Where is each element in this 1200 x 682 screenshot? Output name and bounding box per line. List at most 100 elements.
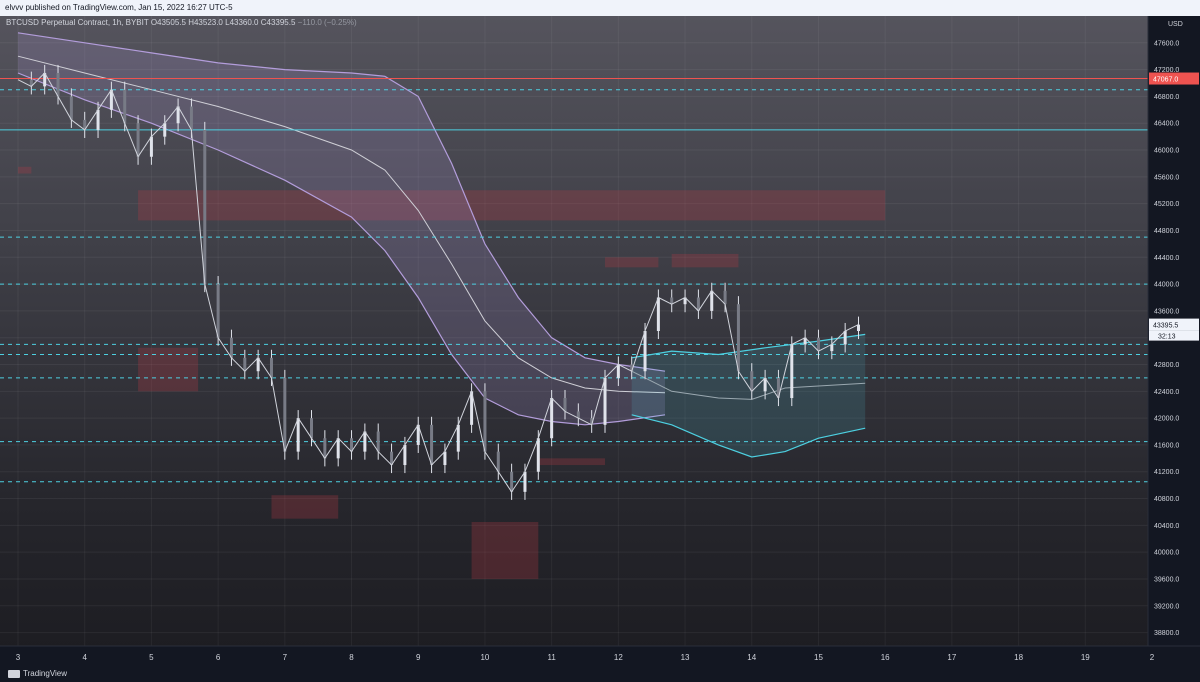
y-tick-label: 42400.0 <box>1154 389 1179 396</box>
ohlc-low: L43360.0 <box>225 18 259 27</box>
tradingview-brand: TradingView <box>8 669 67 678</box>
supply-demand-zone <box>471 522 539 579</box>
candle-body <box>189 106 193 130</box>
candle-body <box>283 377 287 452</box>
price-label-text: 47067.0 <box>1153 77 1178 84</box>
y-tick-label: 42000.0 <box>1154 416 1179 423</box>
supply-demand-zone <box>18 166 32 174</box>
publish-header: elvvv published on TradingView.com, Jan … <box>0 0 1200 16</box>
x-tick-label: 2 <box>1150 653 1155 662</box>
candle-body <box>149 136 153 157</box>
candle-body <box>203 129 207 285</box>
candle-body <box>750 371 754 392</box>
y-tick-label: 44800.0 <box>1154 228 1179 235</box>
x-tick-label: 19 <box>1081 653 1090 662</box>
x-tick-label: 8 <box>349 653 354 662</box>
supply-demand-zone <box>605 257 659 268</box>
x-tick-label: 5 <box>149 653 154 662</box>
y-tick-label: 39600.0 <box>1154 576 1179 583</box>
candle-body <box>790 344 794 399</box>
price-chart[interactable]: 38800.0 39200.0 39600.0 40000.0 40400.0 40800… <box>0 16 1200 682</box>
x-tick-label: 15 <box>814 653 823 662</box>
ohlc-close: C43395.5 <box>260 18 296 27</box>
vwap-band-fill <box>631 334 866 457</box>
candle-body <box>243 357 247 372</box>
brand-name: TradingView <box>23 669 68 678</box>
symbol-name: BTCUSD Perpetual Contract, 1h, BYBIT <box>6 18 149 27</box>
candle-body <box>430 424 434 466</box>
x-tick-label: 11 <box>547 653 556 662</box>
candle-body <box>656 297 660 331</box>
x-tick-label: 7 <box>283 653 288 662</box>
x-tick-label: 12 <box>614 653 623 662</box>
candle-body <box>336 438 340 459</box>
supply-demand-zone <box>138 190 886 221</box>
candle-body <box>616 364 620 378</box>
y-tick-label: 45600.0 <box>1154 174 1179 181</box>
time-axis-background <box>0 646 1200 682</box>
candle-body <box>96 109 100 130</box>
y-tick-label: 44000.0 <box>1154 282 1179 289</box>
candle-body <box>69 96 73 120</box>
candle-body <box>510 471 514 492</box>
candle-body <box>710 290 714 311</box>
x-tick-label: 13 <box>681 653 690 662</box>
candle-body <box>563 398 567 412</box>
publish-text: elvvv published on TradingView.com, Jan … <box>5 3 233 12</box>
x-tick-label: 3 <box>16 653 21 662</box>
candle-body <box>523 471 527 492</box>
candle-body <box>816 337 820 352</box>
candle-body <box>136 123 140 157</box>
candle-body <box>376 431 380 452</box>
x-tick-label: 17 <box>947 653 956 662</box>
y-tick-label: 44400.0 <box>1154 255 1179 262</box>
candle-body <box>296 418 300 452</box>
candle-body <box>56 72 60 97</box>
y-tick-label: 40400.0 <box>1154 523 1179 530</box>
candle-body <box>363 431 367 452</box>
y-tick-label: 46400.0 <box>1154 121 1179 128</box>
candle-body <box>163 123 167 137</box>
candle-body <box>483 391 487 452</box>
y-tick-label: 41600.0 <box>1154 442 1179 449</box>
ohlc-high: H43523.0 <box>188 18 223 27</box>
symbol-legend: BTCUSD Perpetual Contract, 1h, BYBIT O43… <box>6 18 357 27</box>
candle-body <box>323 438 327 459</box>
candle-body <box>736 304 740 372</box>
supply-demand-zone <box>671 253 739 268</box>
y-tick-label: 42800.0 <box>1154 362 1179 369</box>
x-tick-label: 4 <box>82 653 87 662</box>
currency-label: USD <box>1168 21 1183 28</box>
x-tick-label: 18 <box>1014 653 1023 662</box>
candle-body <box>550 398 554 439</box>
x-tick-label: 10 <box>480 653 489 662</box>
y-tick-label: 38800.0 <box>1154 630 1179 637</box>
candle-body <box>643 331 647 372</box>
ohlc-open: O43505.5 <box>150 18 186 27</box>
candle-body <box>443 451 447 466</box>
tradingview-logo-icon <box>8 669 20 678</box>
x-tick-label: 16 <box>881 653 890 662</box>
y-tick-label: 45200.0 <box>1154 201 1179 208</box>
candle-body <box>403 444 407 466</box>
y-tick-label: 47600.0 <box>1154 40 1179 47</box>
candle-body <box>496 451 500 472</box>
chart-area[interactable]: 38800.0 39200.0 39600.0 40000.0 40400.0 40800… <box>0 16 1200 682</box>
x-tick-label: 6 <box>216 653 221 662</box>
x-tick-label: 9 <box>416 653 421 662</box>
candle-body <box>229 337 233 358</box>
supply-demand-zone <box>271 495 339 519</box>
candle-body <box>456 424 460 452</box>
candle-body <box>216 284 220 338</box>
countdown-label: 32:13 <box>1158 334 1176 341</box>
candle-body <box>310 418 314 439</box>
y-tick-label: 43600.0 <box>1154 308 1179 315</box>
y-tick-label: 46000.0 <box>1154 148 1179 155</box>
price-change: −110.0 (−0.25%) <box>297 18 357 27</box>
candle-body <box>536 438 540 472</box>
candle-body <box>123 89 127 124</box>
y-tick-label: 40800.0 <box>1154 496 1179 503</box>
price-label-text: 43395.5 <box>1153 323 1178 330</box>
supply-demand-zone <box>538 458 606 466</box>
candle-body <box>723 290 727 305</box>
